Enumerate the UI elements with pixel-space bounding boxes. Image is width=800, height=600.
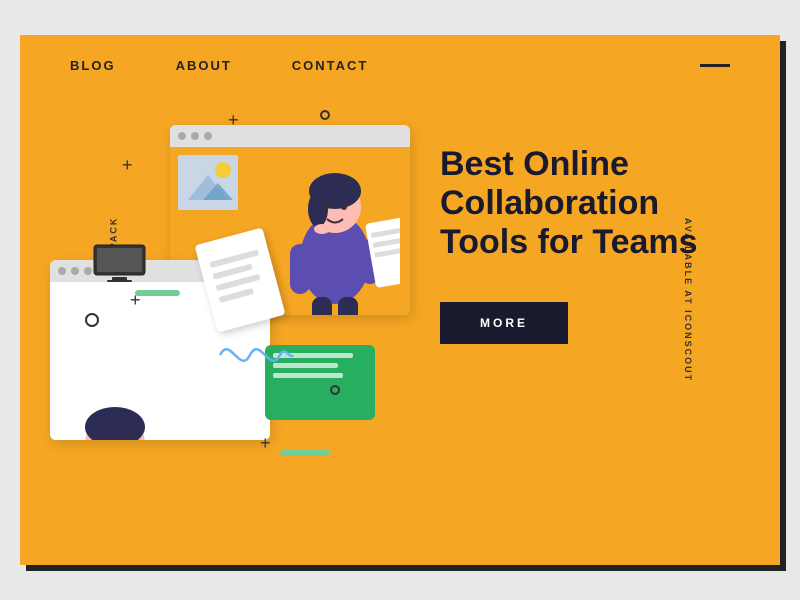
navigation: BLOG ABOUT CONTACT: [20, 35, 780, 95]
photo-mountain-svg: [178, 155, 238, 210]
deco-circle-2: [320, 110, 330, 120]
browser-dot-5: [71, 267, 79, 275]
hero-title: Best Online Collaboration Tools for Team…: [440, 145, 720, 262]
browser-dot-6: [84, 267, 92, 275]
photo-placeholder: [178, 155, 238, 210]
browser-dot-3: [204, 132, 212, 140]
page-container: WORK & WEB LOTTIE PACK AVAILABLE AT ICON…: [20, 35, 780, 565]
nav-about[interactable]: ABOUT: [176, 58, 232, 73]
menu-icon[interactable]: [700, 64, 730, 67]
deco-circle-1: [85, 313, 99, 327]
nav-contact[interactable]: CONTACT: [292, 58, 369, 73]
deco-circle-3: [330, 385, 340, 395]
browser-dot-4: [58, 267, 66, 275]
more-button[interactable]: MORE: [440, 302, 568, 344]
hero-content: Best Online Collaboration Tools for Team…: [440, 145, 720, 344]
deco-line-1: [135, 290, 180, 296]
browser-bar-top: [170, 125, 410, 147]
deco-plus-1: +: [122, 155, 133, 176]
deco-plus-3: +: [260, 433, 271, 454]
deco-plus-4: +: [228, 110, 239, 131]
deco-line-2: [280, 450, 330, 456]
man-figure-svg: [50, 392, 190, 440]
woman-figure-svg: [270, 169, 400, 315]
browser-dot-1: [178, 132, 186, 140]
squiggle-decoration: [215, 325, 295, 385]
nav-blog[interactable]: BLOG: [70, 58, 116, 73]
browser-dot-2: [191, 132, 199, 140]
monitor-icon: [92, 243, 147, 283]
